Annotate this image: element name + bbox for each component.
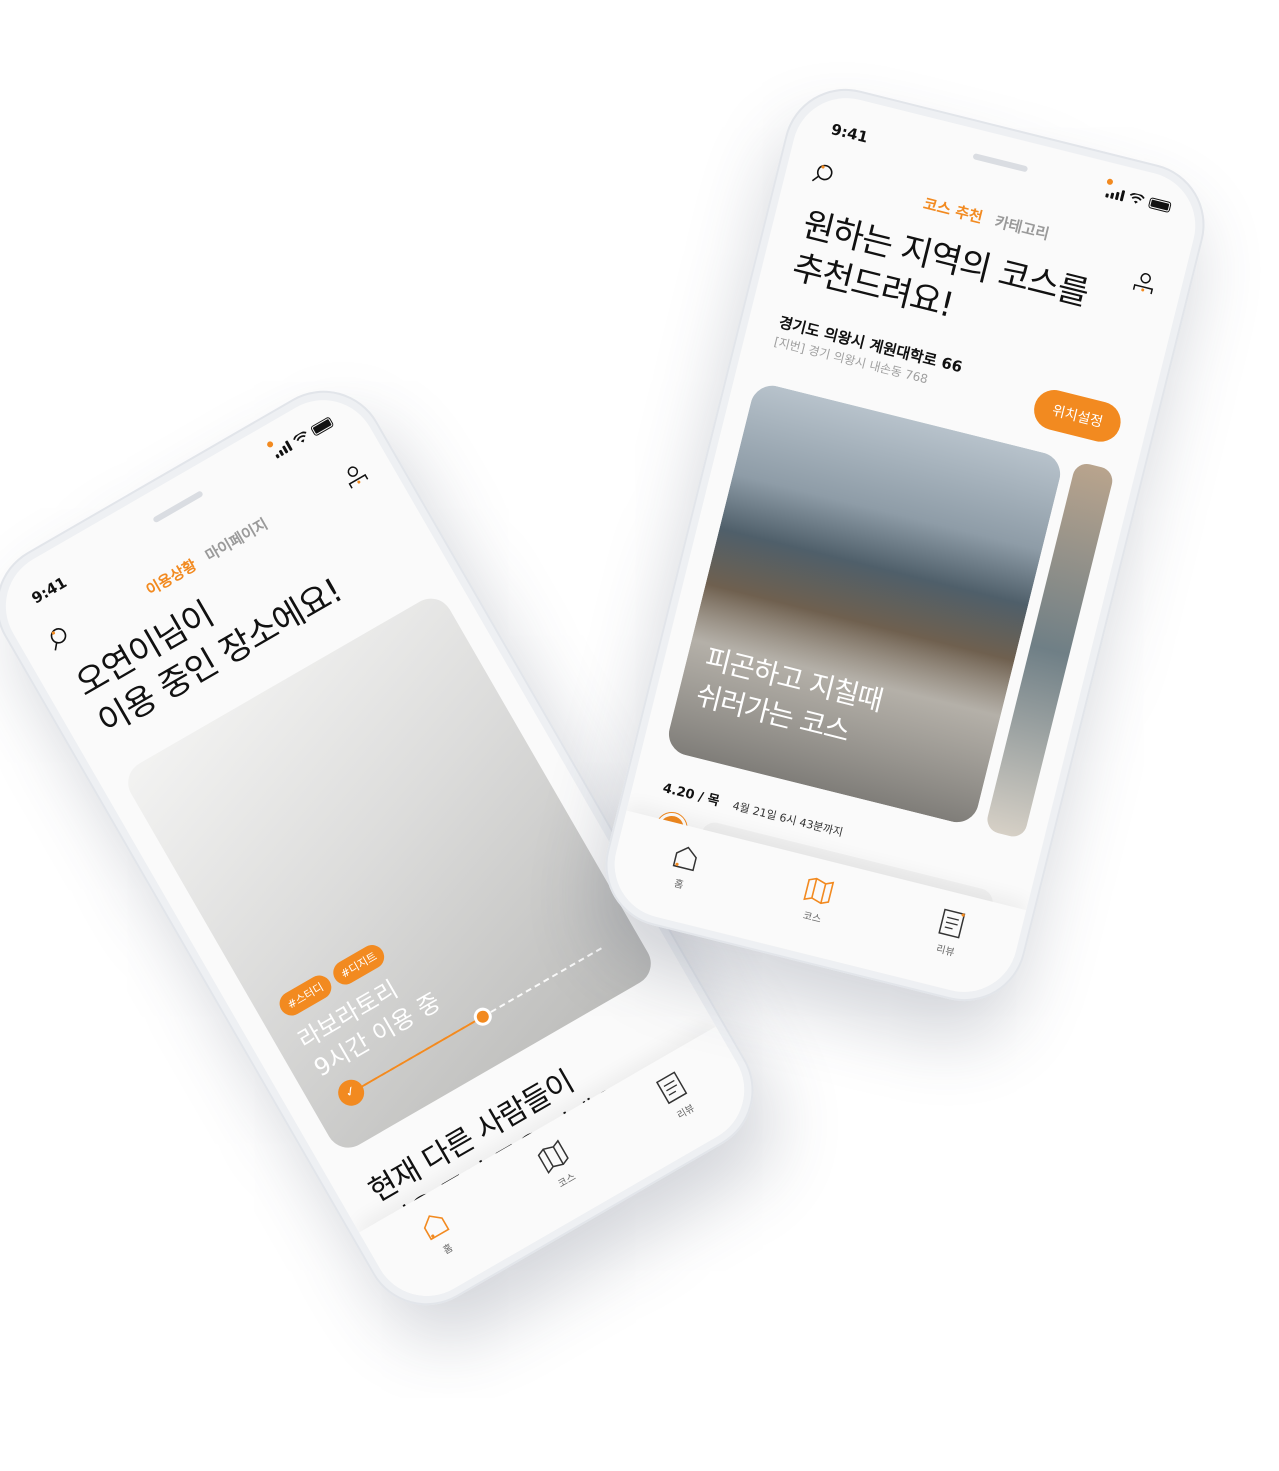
signal-icon <box>272 440 293 459</box>
map-icon <box>803 877 835 905</box>
phone-course-recommend: 9:41 코스 추천 카테고리 원하는 지역의 코스를 추천드려요! 경기도 의… <box>592 75 1218 1015</box>
tabbar-course[interactable]: 코스 <box>532 1136 598 1220</box>
screen-course-recommend: 9:41 코스 추천 카테고리 원하는 지역의 코스를 추천드려요! 경기도 의… <box>603 86 1207 1004</box>
battery-icon <box>1147 197 1172 214</box>
schedule-date: 4.20 / 목 <box>661 780 721 810</box>
wifi-icon <box>1129 192 1145 204</box>
review-icon <box>938 908 966 939</box>
home-icon <box>423 1215 450 1241</box>
tabbar-home[interactable]: 홈 <box>655 839 703 924</box>
speaker-notch <box>972 153 1029 173</box>
tab-course-recommend[interactable]: 코스 추천 <box>922 195 985 227</box>
home-icon <box>672 846 697 872</box>
status-bar <box>1105 178 1172 214</box>
status-dot <box>1106 178 1114 186</box>
usage-progress-knob[interactable] <box>470 1004 496 1029</box>
tabbar-home[interactable]: 홈 <box>414 1204 480 1288</box>
tab-category[interactable]: 카테고리 <box>993 212 1051 243</box>
speaker-notch <box>152 490 204 524</box>
signal-icon <box>1105 186 1126 202</box>
tabbar-home-label: 홈 <box>441 1242 456 1257</box>
wifi-icon <box>293 431 307 443</box>
tabbar-home-label: 홈 <box>672 878 685 892</box>
status-time: 9:41 <box>829 120 870 147</box>
tabbar-review-label: 리뷰 <box>675 1102 697 1122</box>
battery-icon <box>309 416 335 437</box>
tabbar-review-label: 리뷰 <box>934 943 956 959</box>
tabbar-review[interactable]: 리뷰 <box>922 905 970 990</box>
set-location-button[interactable]: 위치설정 <box>1030 385 1125 446</box>
tabbar-course-label: 코스 <box>801 910 823 926</box>
tabbar-course[interactable]: 코스 <box>789 872 837 957</box>
status-time: 9:41 <box>28 573 70 608</box>
check-icon: ✓ <box>333 1074 369 1111</box>
tabbar-review[interactable]: 리뷰 <box>651 1067 717 1151</box>
status-bar <box>266 416 335 459</box>
user-icon[interactable] <box>1129 267 1161 299</box>
tabbar-course-label: 코스 <box>556 1171 578 1191</box>
tab-usage-status[interactable]: 이용상황 <box>143 556 200 599</box>
